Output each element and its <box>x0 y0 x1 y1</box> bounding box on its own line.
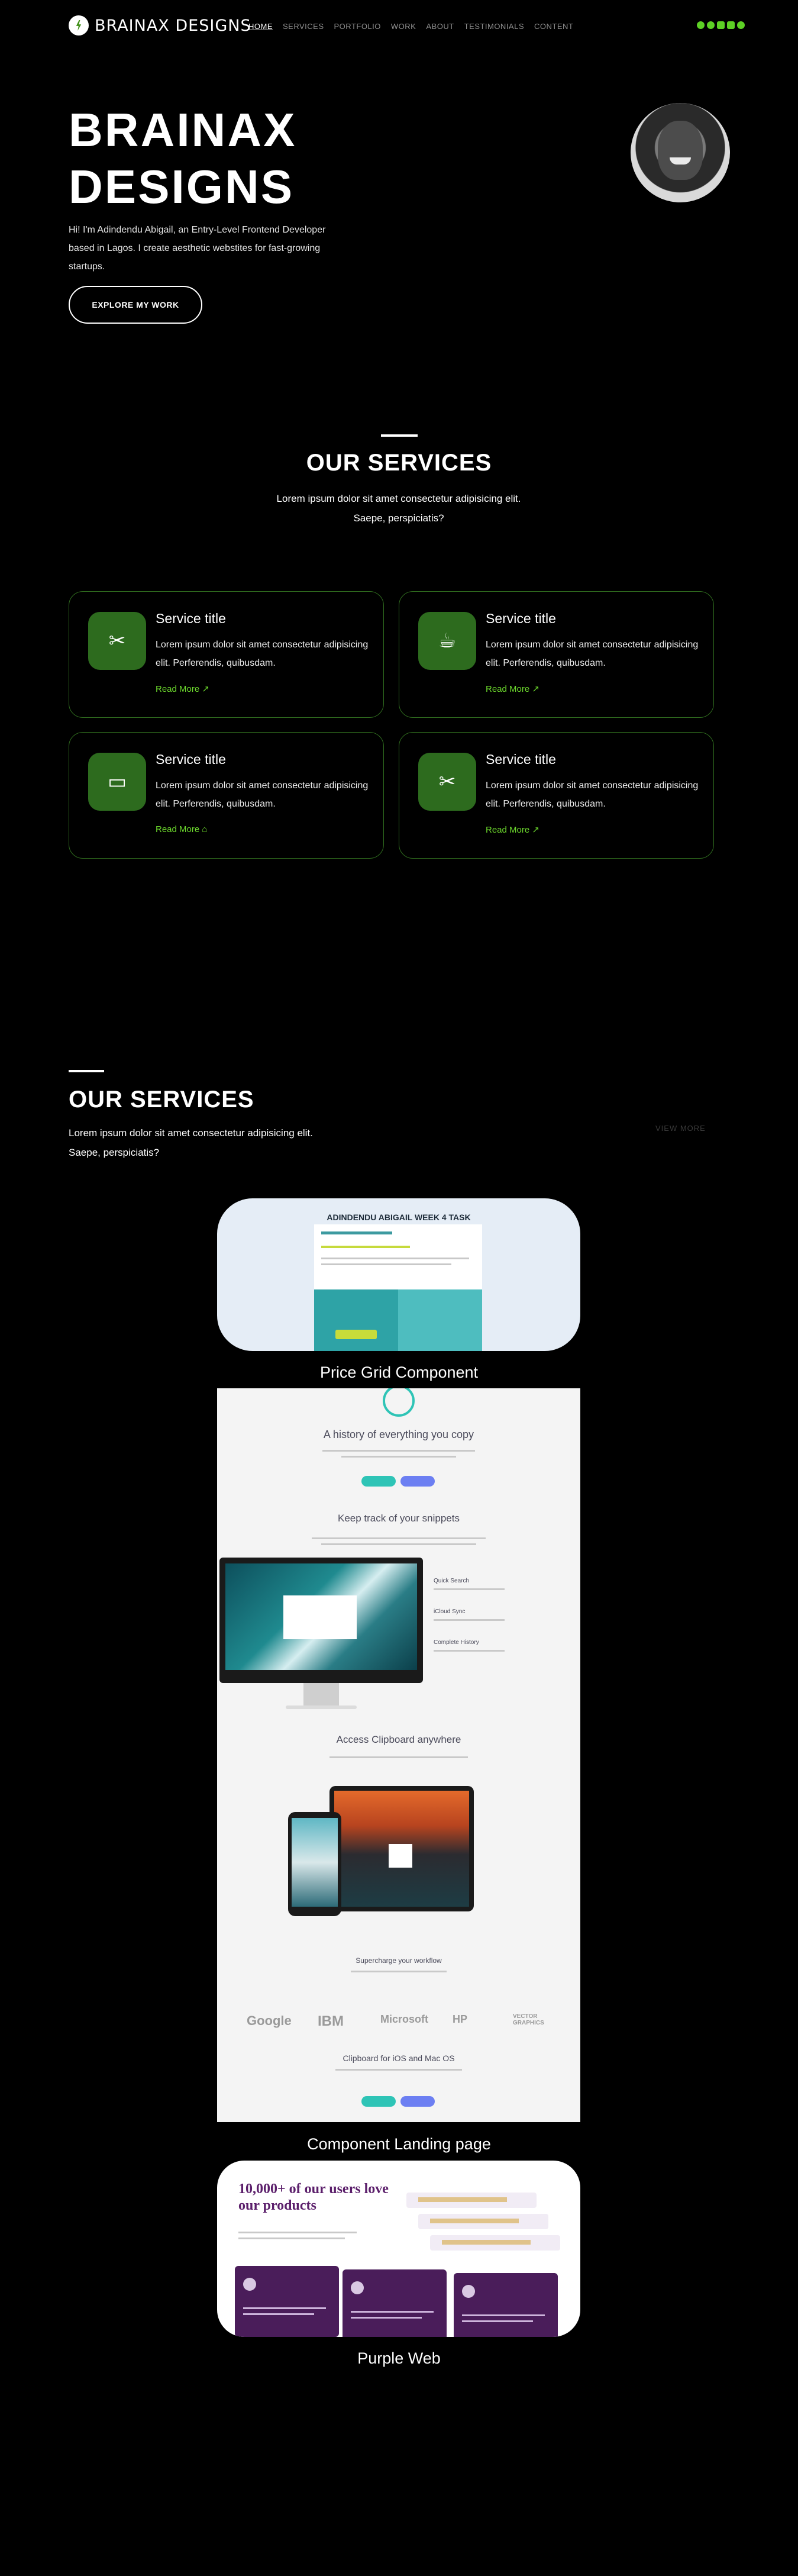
service-card: ☕ Service title Lorem ipsum dolor sit am… <box>399 591 714 718</box>
linkedin-icon[interactable] <box>717 21 725 29</box>
service-card: ✂ Service title Lorem ipsum dolor sit am… <box>399 732 714 859</box>
project-heading: ADINDENDU ABIGAIL WEEK 4 TASK <box>327 1213 471 1222</box>
services-title: OUR SERVICES <box>306 450 492 476</box>
read-more-link[interactable]: Read More ↗ <box>156 684 209 694</box>
read-more-link[interactable]: Read More ↗ <box>486 684 539 694</box>
tools-icon: ✂ <box>418 753 476 811</box>
project-thumbnail-landing-page[interactable]: A history of everything you copy Keep tr… <box>217 1388 580 2122</box>
nav-about[interactable]: ABOUT <box>426 22 454 31</box>
brand-logo[interactable]: BRAINAX DESIGNS <box>69 15 251 36</box>
nav-portfolio[interactable]: PORTFOLIO <box>334 22 381 31</box>
hero-title-line2: DESIGNS <box>69 160 295 213</box>
project-heading: 10,000+ of our users love our products <box>238 2181 389 2213</box>
service-card: ✂ Service title Lorem ipsum dolor sit am… <box>69 591 384 718</box>
avatar-face <box>658 121 703 180</box>
project-subheading: Supercharge your workflow <box>356 1956 442 1965</box>
project-subheading: Clipboard for iOS and Mac OS <box>343 2053 455 2063</box>
view-more-link[interactable]: VIEW MORE <box>655 1124 706 1133</box>
hero-title: BRAINAX DESIGNS <box>69 102 376 215</box>
top-nav: BRAINAX DESIGNS HOME SERVICES PORTFOLIO … <box>0 0 798 53</box>
project-label: Price Grid Component <box>319 1363 479 1381</box>
tools-icon: ✂ <box>88 612 146 670</box>
nav-services[interactable]: SERVICES <box>283 22 324 31</box>
social-links <box>697 21 745 29</box>
github-icon[interactable] <box>697 21 705 29</box>
project-heading: A history of everything you copy <box>323 1429 474 1440</box>
explore-work-button[interactable]: EXPLORE MY WORK <box>69 286 202 324</box>
clipboard-logo-icon <box>383 1388 415 1417</box>
twitter-icon[interactable] <box>727 21 735 29</box>
project-label: Purple Web <box>357 2349 441 2367</box>
service-card-text: Lorem ipsum dolor sit amet consectetur a… <box>486 781 699 809</box>
nav-home[interactable]: HOME <box>248 22 273 31</box>
hero-intro: Hi! I'm Adindendu Abigail, an Entry-Leve… <box>69 225 326 272</box>
coffee-icon: ☕ <box>418 612 476 670</box>
service-card-text: Lorem ipsum dolor sit amet consectetur a… <box>486 640 699 668</box>
section-divider <box>69 1070 104 1072</box>
read-more-link[interactable]: Read More ⌂ <box>156 824 207 834</box>
hero-title-line1: BRAINAX <box>69 104 297 156</box>
service-card-title: Service title <box>156 611 226 626</box>
portfolio-subtitle: Lorem ipsum dolor sit amet consectetur a… <box>69 1127 313 1158</box>
project-thumbnail-purple-web[interactable]: 10,000+ of our users love our products <box>217 2161 580 2337</box>
section-divider <box>381 434 418 437</box>
monitor-icon: ▭ <box>88 753 146 811</box>
project-label: Component Landing page <box>307 2135 491 2153</box>
project-thumbnail-price-grid[interactable]: ADINDENDU ABIGAIL WEEK 4 TASK <box>217 1198 580 1351</box>
nav-work[interactable]: WORK <box>391 22 416 31</box>
service-card-text: Lorem ipsum dolor sit amet consectetur a… <box>156 640 369 668</box>
service-card-title: Service title <box>486 752 556 767</box>
avatar <box>631 103 730 202</box>
services-subtitle: Lorem ipsum dolor sit amet consectetur a… <box>276 493 521 524</box>
nav-content[interactable]: CONTENT <box>534 22 573 31</box>
service-card-title: Service title <box>486 611 556 626</box>
brand-name: BRAINAX DESIGNS <box>95 16 251 35</box>
project-subheading: Keep track of your snippets <box>337 1513 460 1524</box>
nav-testimonials[interactable]: TESTIMONIALS <box>464 22 524 31</box>
service-card-title: Service title <box>156 752 226 767</box>
phone-icon[interactable] <box>737 21 745 29</box>
service-card: ▭ Service title Lorem ipsum dolor sit am… <box>69 732 384 859</box>
main-menu: HOME SERVICES PORTFOLIO WORK ABOUT TESTI… <box>248 22 573 31</box>
project-subheading: Access Clipboard anywhere <box>336 1734 461 1745</box>
read-more-link[interactable]: Read More ↗ <box>486 824 539 835</box>
service-card-text: Lorem ipsum dolor sit amet consectetur a… <box>156 781 369 809</box>
portfolio-title: OUR SERVICES <box>69 1087 254 1113</box>
github-icon[interactable] <box>707 21 715 29</box>
bolt-icon <box>69 15 89 36</box>
